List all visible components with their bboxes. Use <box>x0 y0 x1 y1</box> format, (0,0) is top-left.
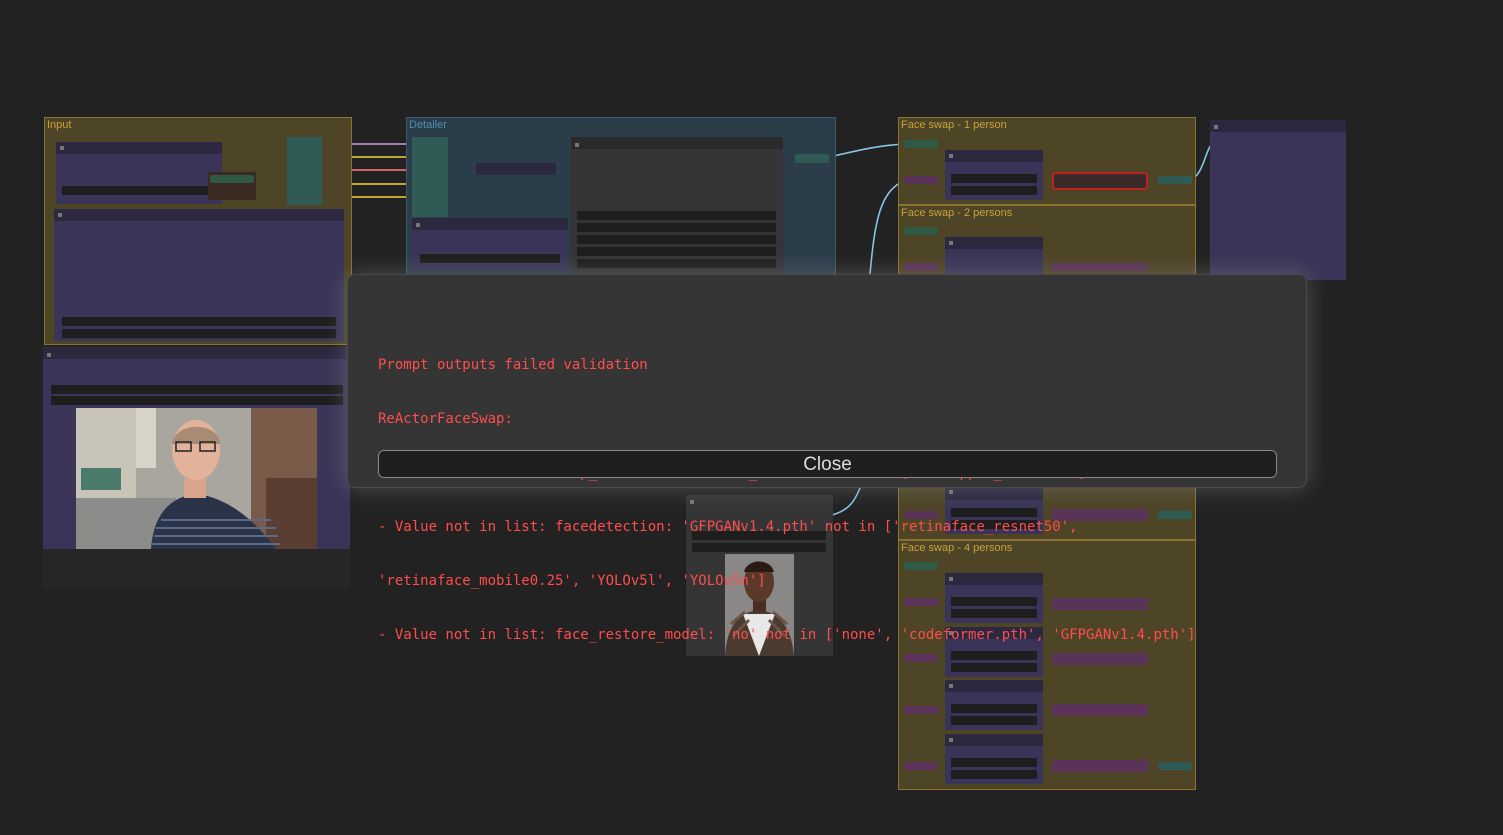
fs4-output[interactable] <box>1158 762 1192 770</box>
detailer-output-reroute[interactable] <box>795 154 829 163</box>
node-small-dark[interactable] <box>208 172 256 200</box>
reroute-block-input[interactable] <box>287 137 322 205</box>
empty-node-shadow <box>43 549 350 589</box>
fs4-input-face-3[interactable] <box>904 706 938 714</box>
fs4-mid-3[interactable] <box>1052 704 1148 716</box>
reactor-face-swap-node-2[interactable] <box>945 237 1043 277</box>
fs2-input-face[interactable] <box>904 263 938 271</box>
fs2-mid[interactable] <box>1052 263 1148 271</box>
group-detailer-title: Detailer <box>409 119 447 131</box>
preview-node-input[interactable] <box>54 209 344 341</box>
error-message: Prompt outputs failed validation ReActor… <box>378 320 1288 680</box>
group-face-swap-1-title: Face swap - 1 person <box>901 119 1007 131</box>
reactor-face-swap-node-1[interactable] <box>945 150 1043 200</box>
close-button[interactable]: Close <box>378 450 1277 478</box>
fs4-input-face-4[interactable] <box>904 762 938 770</box>
error-line: - Value not in list: facedetection: 'GFP… <box>378 519 1078 535</box>
load-image-node[interactable] <box>56 142 222 204</box>
group-face-swap-2-title: Face swap - 2 persons <box>901 207 1013 219</box>
group-face-swap-1[interactable]: Face swap - 1 person <box>898 117 1196 205</box>
fs1-input-face[interactable] <box>904 176 938 184</box>
fs4-mid-4[interactable] <box>1052 760 1148 772</box>
group-face-swap-2[interactable]: Face swap - 2 persons <box>898 205 1196 285</box>
output-preview-node[interactable] <box>1210 120 1346 280</box>
error-dialog: Prompt outputs failed validation ReActor… <box>347 274 1307 643</box>
error-line: Prompt outputs failed validation <box>378 357 648 373</box>
fs2-input-image[interactable] <box>904 227 938 235</box>
error-line: 'retinaface_mobile0.25', 'YOLOv5l', 'YOL… <box>378 573 766 589</box>
detailer-pipe-node[interactable] <box>476 163 556 175</box>
fs1-output[interactable] <box>1158 176 1192 184</box>
group-input-title: Input <box>47 119 72 131</box>
error-line: ReActorFaceSwap: <box>378 411 513 427</box>
error-line: - Value not in list: face_restore_model:… <box>378 627 1196 643</box>
load-image-target-node[interactable] <box>43 347 350 549</box>
reactor-face-swap-node-4c[interactable] <box>945 680 1043 730</box>
reroute-block-detailer[interactable] <box>412 137 448 217</box>
reactor-error-node[interactable] <box>1052 172 1148 190</box>
fs1-input-image[interactable] <box>904 140 938 148</box>
face-detailer-node[interactable] <box>571 137 783 275</box>
target-face-image <box>76 408 317 549</box>
detector-node[interactable] <box>412 218 568 270</box>
reactor-face-swap-node-4d[interactable] <box>945 734 1043 784</box>
